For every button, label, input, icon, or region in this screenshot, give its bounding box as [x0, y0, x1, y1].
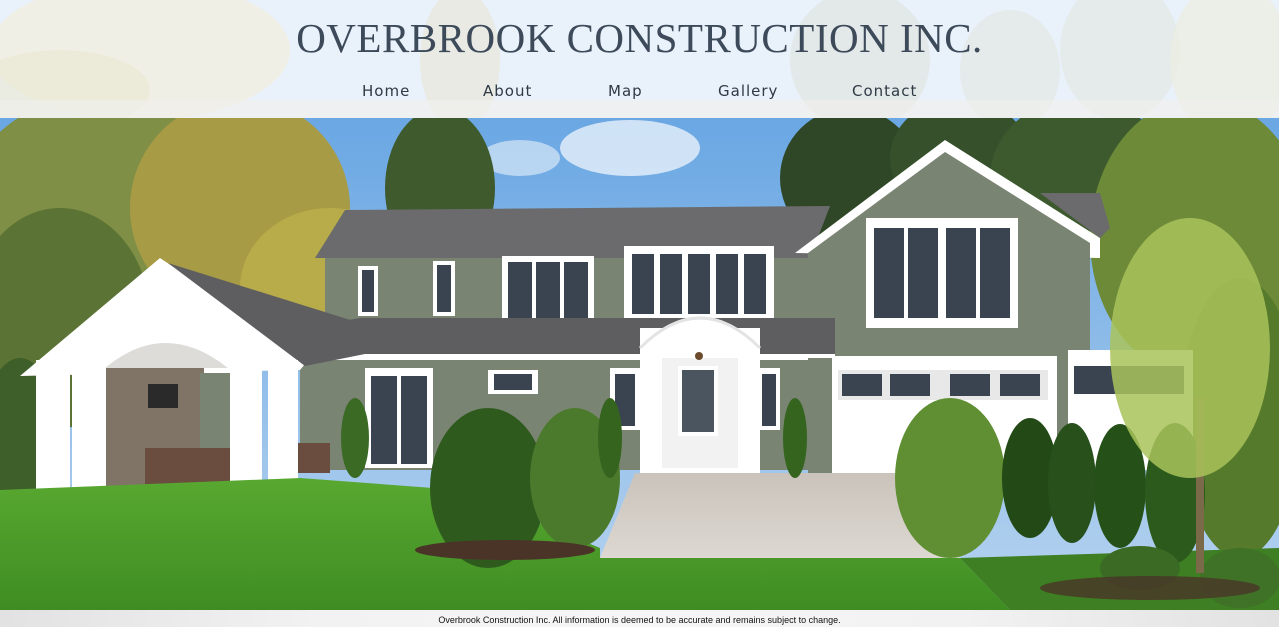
nav-contact[interactable]: Contact: [852, 82, 917, 100]
site-title: OVERBROOK CONSTRUCTION INC.: [296, 15, 983, 61]
footer-disclaimer: Overbrook Construction Inc. All informat…: [438, 615, 841, 625]
nav-gallery[interactable]: Gallery: [718, 82, 778, 100]
site-footer: Overbrook Construction Inc. All informat…: [0, 610, 1279, 627]
main-nav: Home About Map Gallery Contact: [0, 82, 1279, 102]
nav-map[interactable]: Map: [608, 82, 643, 100]
page: OVERBROOK CONSTRUCTION INC. Home About M…: [0, 0, 1279, 627]
hero-image: [0, 118, 1279, 610]
nav-about[interactable]: About: [483, 82, 532, 100]
site-header: OVERBROOK CONSTRUCTION INC. Home About M…: [0, 0, 1279, 118]
house-photo: [0, 118, 1279, 610]
nav-home[interactable]: Home: [362, 82, 410, 100]
